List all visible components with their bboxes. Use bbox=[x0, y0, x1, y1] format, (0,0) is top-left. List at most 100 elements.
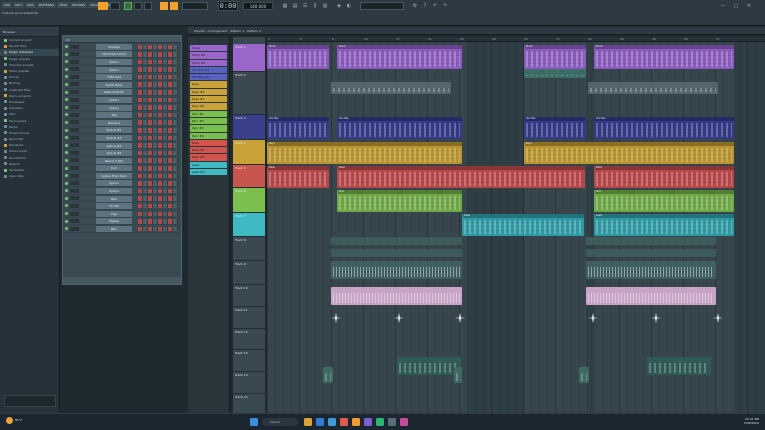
channel-button[interactable]: Sytrus bbox=[96, 58, 132, 65]
step-sequencer[interactable] bbox=[138, 52, 178, 57]
kick-hit-icon[interactable] bbox=[329, 312, 343, 324]
track-header[interactable]: Track 8 bbox=[233, 237, 265, 261]
pattern-item[interactable]: Pluck #3 bbox=[190, 59, 227, 66]
mixer-track-selector[interactable] bbox=[70, 219, 79, 224]
mixer-track-selector[interactable] bbox=[70, 74, 79, 79]
pattern-clip[interactable] bbox=[331, 249, 462, 257]
pattern-clip[interactable] bbox=[331, 261, 462, 279]
pattern-clip[interactable] bbox=[588, 82, 718, 94]
channel-led-icon[interactable] bbox=[65, 45, 68, 48]
channel-row[interactable]: Sytrus #4 bbox=[63, 142, 181, 150]
channel-led-icon[interactable] bbox=[65, 189, 68, 193]
song-mode-button[interactable] bbox=[110, 2, 120, 10]
channel-button[interactable]: Vintage bbox=[96, 43, 132, 50]
start-icon[interactable] bbox=[250, 418, 258, 426]
channel-led-icon[interactable] bbox=[65, 227, 68, 231]
mixer-track-selector[interactable] bbox=[70, 97, 79, 102]
channel-button[interactable]: Clap bbox=[96, 210, 132, 217]
step-sequencer[interactable] bbox=[138, 219, 178, 224]
channel-led-icon[interactable] bbox=[65, 82, 68, 86]
mixer-track-selector[interactable] bbox=[70, 173, 79, 178]
play-button[interactable] bbox=[124, 2, 132, 10]
step-sequencer[interactable] bbox=[138, 105, 178, 110]
channel-led-icon[interactable] bbox=[65, 136, 68, 140]
track-header[interactable]: Track 12 bbox=[233, 329, 265, 350]
step-sequencer[interactable] bbox=[138, 128, 178, 133]
track-header[interactable]: Track 1 bbox=[233, 44, 265, 72]
browser-icon[interactable]: ▥ bbox=[322, 3, 328, 9]
playlist-icon[interactable]: ▦ bbox=[282, 3, 288, 9]
channel-row[interactable]: Hi Hat bbox=[63, 202, 181, 211]
channel-button[interactable]: Rim bbox=[96, 195, 132, 202]
channel-led-icon[interactable] bbox=[65, 113, 68, 117]
channel-led-icon[interactable] bbox=[65, 174, 68, 178]
menu-item[interactable]: FILE bbox=[2, 2, 13, 8]
maximize-icon[interactable]: □ bbox=[733, 3, 739, 9]
channel-button[interactable]: Sytrus Prod. Perc bbox=[96, 172, 132, 179]
kick-hit-icon[interactable] bbox=[711, 312, 725, 324]
pattern-item[interactable]: Bass bbox=[190, 139, 227, 147]
channel-row[interactable]: Sytrus #2 bbox=[63, 127, 181, 135]
pattern-clip[interactable] bbox=[524, 69, 586, 78]
menu-item[interactable]: ADD bbox=[25, 2, 36, 8]
step-sequencer[interactable] bbox=[138, 59, 178, 65]
channel-led-icon[interactable] bbox=[65, 75, 68, 79]
pattern-clip[interactable] bbox=[323, 367, 333, 383]
mixer-track-selector[interactable] bbox=[70, 188, 79, 193]
plugin-picker-icon[interactable]: ◈ bbox=[336, 3, 342, 9]
step-sequencer[interactable] bbox=[138, 82, 178, 87]
step-sequencer[interactable] bbox=[138, 90, 178, 95]
track-header[interactable]: Track 15 bbox=[233, 394, 265, 415]
pattern-clip[interactable]: Perc bbox=[337, 190, 462, 212]
channel-row[interactable]: Sytrus bbox=[63, 58, 181, 66]
pattern-item[interactable]: Perc #3 bbox=[190, 125, 227, 132]
track-header[interactable]: Track 6 bbox=[233, 188, 265, 213]
pattern-clip[interactable] bbox=[586, 237, 716, 245]
chrome-icon[interactable] bbox=[340, 418, 348, 426]
settings-icon[interactable]: ⚙ bbox=[412, 3, 418, 9]
channel-button[interactable]: Sytrus bbox=[96, 66, 132, 73]
mixer-icon[interactable]: ⫼ bbox=[312, 3, 318, 9]
pattern-clip[interactable]: Vox Pan bbox=[267, 117, 329, 139]
channel-row[interactable]: Sytrus Prod. Perc bbox=[63, 172, 181, 180]
record-button[interactable] bbox=[144, 2, 152, 10]
channel-row[interactable]: Sytrus bbox=[63, 104, 181, 112]
channel-button[interactable]: Nexus 3 (Hi) bbox=[96, 157, 132, 164]
pattern-clip[interactable] bbox=[397, 357, 461, 375]
step-sequencer[interactable] bbox=[138, 67, 178, 72]
channel-row[interactable]: Sytrus bbox=[63, 180, 181, 188]
mixer-track-selector[interactable] bbox=[70, 203, 79, 208]
pattern-clip[interactable] bbox=[586, 261, 716, 279]
channel-led-icon[interactable] bbox=[65, 120, 68, 124]
mixer-track-selector[interactable] bbox=[70, 196, 79, 201]
pattern-clip[interactable]: Bass bbox=[337, 166, 585, 188]
channel-row[interactable]: Nexus 3 (Hi) bbox=[63, 157, 181, 165]
mixer-track-selector[interactable] bbox=[70, 150, 79, 155]
pattern-item[interactable]: Keys #2 bbox=[190, 88, 227, 96]
channel-row[interactable]: Marimba Grand bbox=[63, 51, 181, 59]
help-icon[interactable]: ? bbox=[422, 3, 428, 9]
channel-button[interactable]: Sytrus #5 bbox=[96, 150, 132, 157]
channel-led-icon[interactable] bbox=[65, 158, 68, 162]
step-sequencer[interactable] bbox=[138, 143, 178, 148]
pattern-item[interactable]: Pluck #2 bbox=[190, 52, 227, 59]
tempo-display[interactable]: 140.000 bbox=[243, 2, 273, 10]
pattern-clip[interactable]: Lead bbox=[462, 214, 584, 236]
pattern-item[interactable]: Perc #1 bbox=[190, 110, 227, 117]
mixer-track-selector[interactable] bbox=[70, 211, 79, 216]
channel-button[interactable]: Tag bbox=[96, 112, 132, 119]
pattern-clip[interactable] bbox=[579, 367, 589, 383]
channel-button[interactable]: Synth Bass bbox=[96, 81, 132, 88]
channel-row[interactable]: Nexus 2 bbox=[63, 119, 181, 127]
pattern-clip[interactable] bbox=[586, 249, 716, 257]
step-sequencer[interactable] bbox=[138, 211, 178, 217]
channel-button[interactable]: Perc bbox=[96, 226, 132, 233]
mixer-track-selector[interactable] bbox=[70, 181, 79, 186]
mixer-track-selector[interactable] bbox=[70, 59, 79, 64]
metronome-button[interactable] bbox=[170, 2, 178, 10]
pattern-clip[interactable] bbox=[586, 287, 716, 305]
pattern-item[interactable]: Keys bbox=[190, 81, 227, 88]
browser-item[interactable]: User data bbox=[0, 173, 59, 179]
pattern-item[interactable]: Lead bbox=[190, 161, 227, 169]
channel-button[interactable]: Shaker bbox=[96, 218, 132, 225]
